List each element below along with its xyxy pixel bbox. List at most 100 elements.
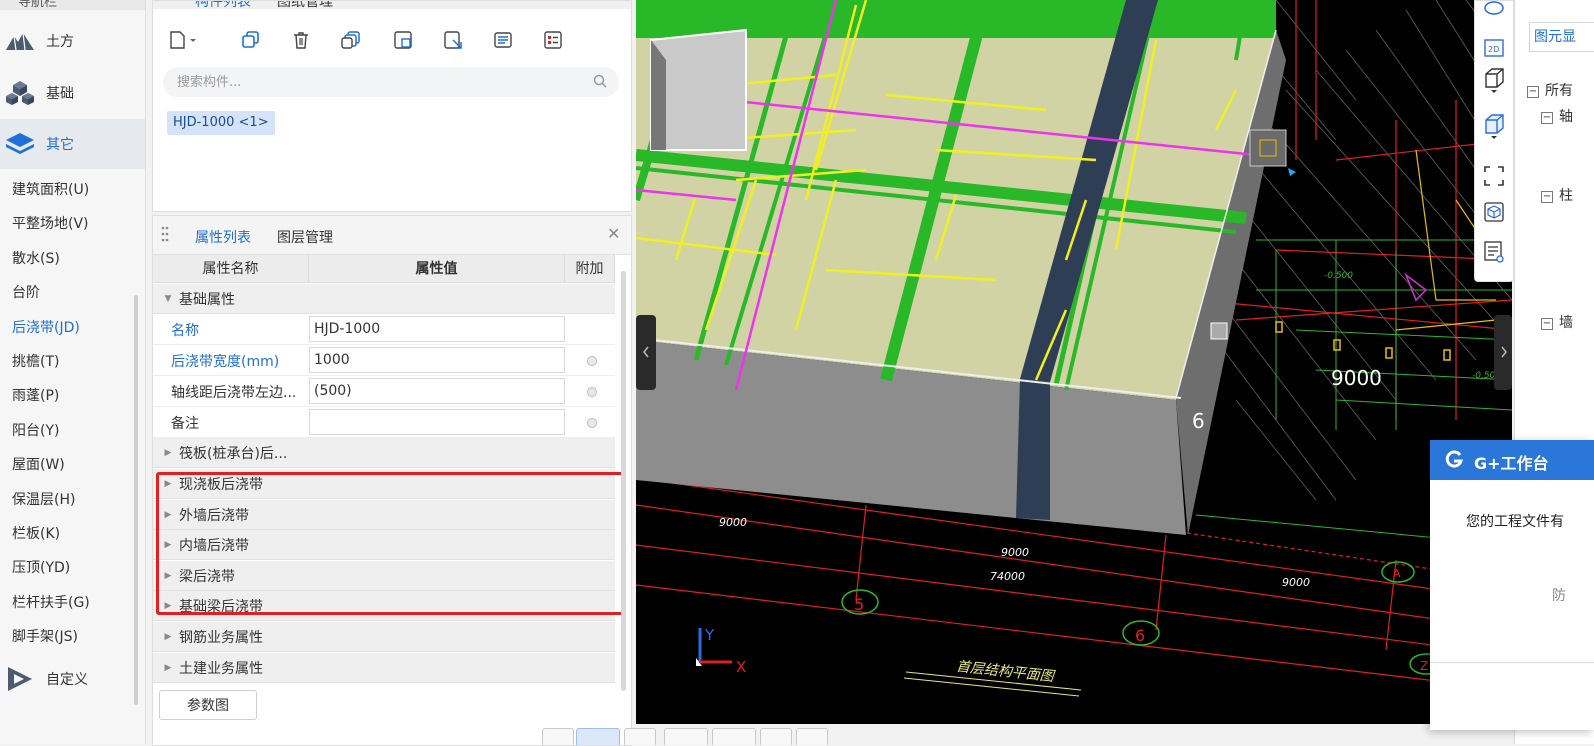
layer-display-icon[interactable]	[1479, 237, 1509, 267]
expand-triangle-icon: ▶	[164, 478, 172, 489]
nav-category-custom[interactable]: 自定义	[0, 654, 145, 704]
view-cube-icon[interactable]	[1479, 197, 1509, 227]
tree-node-column[interactable]: − 柱	[1541, 185, 1573, 205]
property-name: 轴线距后浇带左边...	[171, 385, 297, 401]
nav-scrollbar[interactable]	[134, 295, 138, 705]
axis-x-label: X	[736, 658, 746, 676]
nav-item-steps[interactable]: 台阶	[12, 282, 40, 302]
nav-item-scaffold[interactable]: 脚手架(JS)	[12, 626, 78, 646]
status-button[interactable]	[760, 728, 792, 745]
nav-category-other[interactable]: 其它	[0, 119, 145, 169]
group-foundation-beam-post-cast[interactable]: ▶ 基础梁后浇带	[153, 591, 615, 621]
attach-checkbox[interactable]	[587, 418, 597, 428]
delete-component-button[interactable]	[285, 25, 317, 55]
column-header-name: 属性名称	[153, 255, 309, 283]
parameter-diagram-button[interactable]: 参数图	[159, 690, 257, 720]
close-icon[interactable]: ✕	[607, 224, 620, 243]
save-template-button[interactable]	[387, 25, 419, 55]
search-icon[interactable]	[593, 74, 607, 92]
navigation-panel: 导航栏 ✕ 土方 基础 其它 建筑面积(U) 平整场地(V) 散水(S) 台阶 …	[0, 0, 146, 744]
group-rebar-properties[interactable]: ▶ 钢筋业务属性	[153, 622, 615, 652]
group-civil-properties[interactable]: ▶ 土建业务属性	[153, 653, 615, 683]
property-value-input[interactable]: 1000	[309, 347, 565, 373]
nav-category-earthwork[interactable]: 土方	[0, 16, 145, 66]
collapse-box-icon[interactable]: −	[1527, 86, 1539, 98]
nav-item-insulation[interactable]: 保温层(H)	[12, 489, 75, 509]
dimension-label: 74000	[990, 570, 1025, 583]
cad-viewport[interactable]: 9000 9000 74000 9000 9000 6 -0.500 -0.50…	[636, 0, 1512, 724]
group-raft-post-cast[interactable]: ▶ 筏板(桩承台)后...	[153, 438, 615, 468]
property-row-remark: 备注	[153, 407, 615, 438]
property-value-input[interactable]: HJD-1000	[309, 316, 565, 342]
property-value-input[interactable]: (500)	[309, 378, 565, 404]
3d-box-view-icon[interactable]	[1479, 65, 1509, 95]
axis-label: Z	[1420, 659, 1428, 673]
collapse-triangle-icon: ▼	[164, 293, 172, 304]
status-button[interactable]	[796, 728, 828, 745]
status-button[interactable]	[712, 728, 756, 745]
axis-label: 6	[1135, 626, 1145, 645]
nav-item-roof[interactable]: 屋面(W)	[12, 454, 65, 474]
status-button[interactable]	[624, 728, 656, 745]
collapse-box-icon[interactable]: −	[1541, 318, 1553, 330]
property-name: 备注	[171, 416, 199, 432]
right-collapse-handle[interactable]	[1494, 315, 1512, 390]
copy-to-floor-button[interactable]	[335, 25, 367, 55]
component-marker[interactable]	[1249, 129, 1287, 167]
attach-checkbox[interactable]	[587, 356, 597, 366]
load-template-button[interactable]	[437, 25, 469, 55]
attach-checkbox[interactable]	[587, 387, 597, 397]
left-collapse-handle[interactable]	[636, 315, 656, 390]
tab-component-list[interactable]: 构件列表	[195, 1, 251, 9]
nav-item-post-cast-strip[interactable]: 后浇带(JD)	[12, 317, 80, 337]
orbit-view-icon[interactable]	[1479, 0, 1509, 23]
status-button-active[interactable]	[576, 728, 620, 745]
collapse-box-icon[interactable]: −	[1541, 191, 1553, 203]
column-header-extra: 附加	[565, 255, 615, 283]
properties-sheet-button[interactable]	[487, 25, 519, 55]
group-interior-wall-post-cast[interactable]: ▶ 内墙后浇带	[153, 530, 615, 560]
2d-view-icon[interactable]: 2D	[1479, 33, 1509, 63]
foundation-icon	[4, 79, 36, 107]
nav-category-foundation[interactable]: 基础	[0, 68, 145, 118]
group-label: 钢筋业务属性	[179, 629, 263, 646]
property-panel: 属性列表 图层管理 ✕ 属性名称 属性值 附加 ▼ 基础属性 名称 HJD-10…	[152, 215, 632, 746]
view-toolbar: 2D	[1474, 0, 1514, 282]
nav-item-balcony[interactable]: 阳台(Y)	[12, 420, 59, 440]
nav-item-railing[interactable]: 栏杆扶手(G)	[12, 592, 90, 612]
tree-node-axis[interactable]: − 轴	[1541, 106, 1573, 126]
status-button[interactable]	[664, 728, 708, 745]
tree-node-wall[interactable]: − 墙	[1541, 312, 1573, 332]
property-scrollbar[interactable]	[621, 271, 626, 691]
nav-item-apron[interactable]: 散水(S)	[12, 248, 60, 268]
new-component-button[interactable]	[167, 25, 199, 55]
component-chip-hjd-1000[interactable]: HJD-1000 <1>	[167, 111, 275, 135]
nav-item-coping[interactable]: 压顶(YD)	[12, 557, 70, 577]
group-beam-post-cast[interactable]: ▶ 梁后浇带	[153, 561, 615, 591]
group-exterior-wall-post-cast[interactable]: ▶ 外墙后浇带	[153, 500, 615, 530]
filter-list-button[interactable]	[537, 25, 569, 55]
nav-item-parapet[interactable]: 栏板(K)	[12, 523, 60, 543]
nav-item-building-area[interactable]: 建筑面积(U)	[12, 179, 89, 199]
tab-element-display[interactable]: 图元显	[1529, 22, 1594, 52]
expand-triangle-icon: ▶	[164, 631, 172, 642]
nav-close-icon[interactable]: ✕	[122, 0, 133, 5]
tab-drawing-management[interactable]: 图纸管理	[277, 1, 333, 9]
tree-node-all[interactable]: − 所有	[1527, 80, 1573, 100]
drag-handle-icon[interactable]	[161, 226, 169, 246]
property-tabbar: 属性列表 图层管理 ✕	[153, 216, 631, 259]
tab-property-list[interactable]: 属性列表	[191, 227, 255, 259]
nav-item-site-leveling[interactable]: 平整场地(V)	[12, 213, 89, 233]
status-button[interactable]	[542, 728, 574, 745]
collapse-box-icon[interactable]: −	[1541, 112, 1553, 124]
nav-item-eaves[interactable]: 挑檐(T)	[12, 351, 59, 371]
component-search-input[interactable]	[163, 67, 619, 97]
tab-layer-management[interactable]: 图层管理	[277, 227, 333, 247]
fullscreen-icon[interactable]	[1479, 161, 1509, 191]
group-slab-post-cast[interactable]: ▶ 现浇板后浇带	[153, 469, 615, 499]
group-basic-properties[interactable]: ▼ 基础属性	[153, 284, 615, 314]
3d-solid-view-icon[interactable]	[1479, 111, 1509, 141]
property-value-input[interactable]	[309, 409, 565, 435]
nav-item-canopy[interactable]: 雨蓬(P)	[12, 385, 59, 405]
copy-component-button[interactable]	[235, 25, 267, 55]
